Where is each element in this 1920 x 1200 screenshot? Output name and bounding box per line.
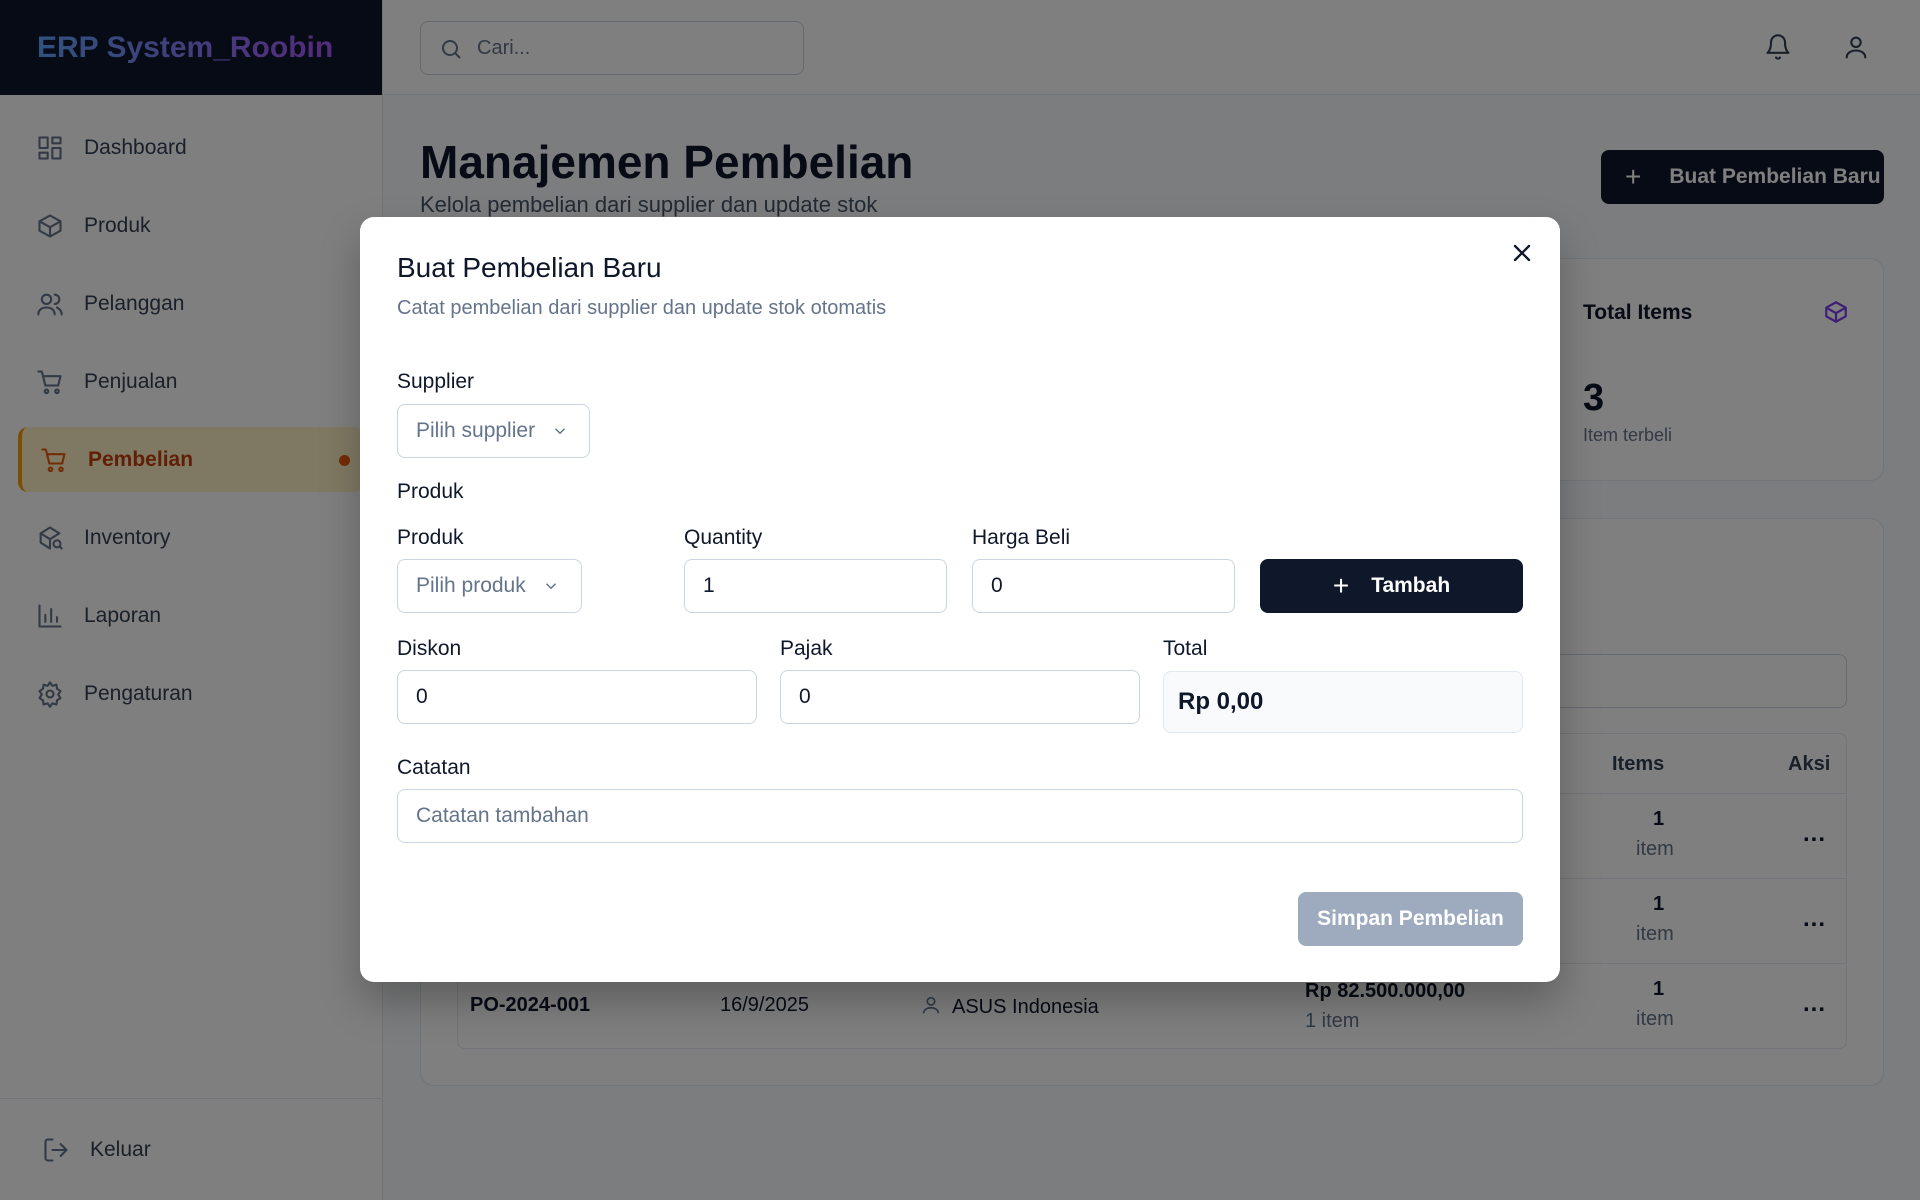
quantity-label: Quantity — [684, 526, 763, 549]
product-section-heading: Produk — [397, 480, 464, 503]
total-value: Rp 0,00 — [1163, 671, 1523, 733]
purchase-price-input[interactable]: 0 — [972, 559, 1235, 613]
supplier-label: Supplier — [397, 370, 475, 393]
tax-input[interactable]: 0 — [780, 670, 1140, 724]
supplier-select-value: Pilih supplier — [416, 419, 536, 442]
notes-label: Catatan — [397, 756, 471, 779]
supplier-select[interactable]: Pilih supplier — [397, 404, 590, 458]
quantity-input[interactable]: 1 — [684, 559, 947, 613]
dialog-title: Buat Pembelian Baru — [397, 252, 662, 283]
product-select-value: Pilih produk — [416, 574, 526, 597]
notes-input[interactable]: Catatan tambahan — [397, 789, 1523, 843]
close-icon[interactable] — [1508, 239, 1536, 267]
tax-label: Pajak — [780, 637, 833, 660]
save-purchase-button[interactable]: Simpan Pembelian — [1298, 892, 1523, 946]
add-product-button[interactable]: + Tambah — [1260, 559, 1523, 613]
total-label: Total — [1163, 637, 1208, 660]
chevron-down-icon — [551, 422, 569, 440]
product-label: Produk — [397, 526, 464, 549]
discount-label: Diskon — [397, 637, 462, 660]
new-purchase-dialog: Buat Pembelian Baru Catat pembelian dari… — [360, 217, 1560, 982]
discount-input[interactable]: 0 — [397, 670, 757, 724]
chevron-down-icon — [542, 577, 560, 595]
add-product-label: Tambah — [1371, 574, 1451, 597]
dialog-subtitle: Catat pembelian dari supplier dan update… — [397, 297, 887, 319]
product-select[interactable]: Pilih produk — [397, 559, 582, 613]
purchase-price-label: Harga Beli — [972, 526, 1071, 549]
plus-icon: + — [1332, 570, 1350, 601]
